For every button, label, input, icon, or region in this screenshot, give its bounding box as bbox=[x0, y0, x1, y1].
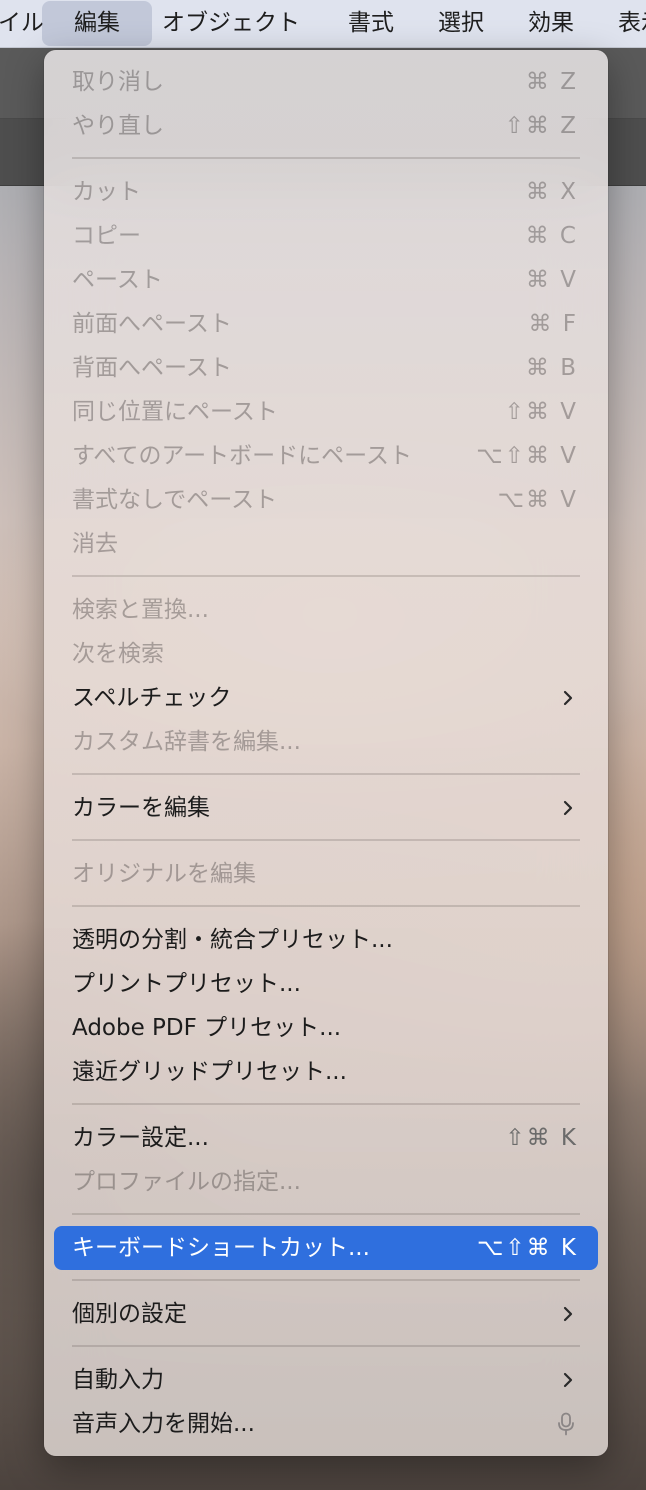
menu-item-label: 同じ位置にペースト bbox=[72, 399, 278, 425]
menu-item-shortcut: ⌘ V bbox=[525, 267, 578, 293]
menu-item-autofill[interactable]: 自動入力 bbox=[54, 1358, 598, 1402]
menubar-type[interactable]: 書式 bbox=[332, 0, 410, 47]
menu-item-edit-original[interactable]: オリジナルを編集 bbox=[54, 852, 598, 896]
menu-item-color-settings[interactable]: カラー設定... ⇧⌘ K bbox=[54, 1116, 598, 1160]
menu-item-paste[interactable]: ペースト ⌘ V bbox=[54, 258, 598, 302]
menu-item-label: Adobe PDF プリセット... bbox=[72, 1015, 342, 1041]
menu-item-label: 消去 bbox=[72, 531, 118, 557]
menu-item-shortcut: ⌥⇧⌘ K bbox=[476, 1235, 578, 1261]
menu-item-label: やり直し bbox=[72, 113, 164, 139]
chevron-right-icon bbox=[563, 1372, 573, 1388]
menu-item-label: プロファイルの指定... bbox=[72, 1169, 301, 1195]
menu-item-label: プリントプリセット... bbox=[72, 971, 301, 997]
menu-item-perspective-grid-presets[interactable]: 遠近グリッドプリセット... bbox=[54, 1050, 598, 1094]
menu-item-label: 自動入力 bbox=[72, 1367, 164, 1393]
menu-item-edit-colors[interactable]: カラーを編集 bbox=[54, 786, 598, 830]
microphone-icon bbox=[558, 1412, 574, 1436]
menu-item-paste-in-front[interactable]: 前面へペースト ⌘ F bbox=[54, 302, 598, 346]
menu-item-paste-in-place[interactable]: 同じ位置にペースト ⇧⌘ V bbox=[54, 390, 598, 434]
menu-item-shortcut: ⇧⌘ Z bbox=[504, 113, 578, 139]
menu-item-paste-on-all-artboards[interactable]: すべてのアートボードにペースト ⌥⇧⌘ V bbox=[54, 434, 598, 478]
edit-menu: 取り消し ⌘ Z やり直し ⇧⌘ Z カット ⌘ X コピー ⌘ C ペースト … bbox=[44, 50, 608, 1456]
menu-item-preferences[interactable]: 個別の設定 bbox=[54, 1292, 598, 1336]
chevron-right-icon bbox=[563, 1306, 573, 1322]
menu-item-shortcut: ⌥⌘ V bbox=[497, 487, 578, 513]
menu-item-shortcut: ⌥⇧⌘ V bbox=[476, 443, 578, 469]
menu-item-label: 個別の設定 bbox=[72, 1301, 187, 1327]
menu-separator bbox=[72, 1345, 580, 1347]
menu-item-find-and-replace[interactable]: 検索と置換... bbox=[54, 588, 598, 632]
menu-item-start-dictation[interactable]: 音声入力を開始... bbox=[54, 1402, 598, 1446]
menu-separator bbox=[72, 157, 580, 159]
menubar-edit[interactable]: 編集 bbox=[42, 1, 152, 46]
menubar-select[interactable]: 選択 bbox=[422, 0, 500, 47]
menu-item-label: カット bbox=[72, 179, 141, 205]
menu-item-redo[interactable]: やり直し ⇧⌘ Z bbox=[54, 104, 598, 148]
menu-item-shortcut: ⌘ Z bbox=[525, 69, 578, 95]
menu-item-clear[interactable]: 消去 bbox=[54, 522, 598, 566]
menu-item-shortcut: ⌘ F bbox=[528, 311, 578, 337]
menu-item-shortcut: ⌘ X bbox=[525, 179, 578, 205]
menu-item-label: 背面へペースト bbox=[72, 355, 232, 381]
menu-item-label: 次を検索 bbox=[72, 641, 164, 667]
menu-item-label: ペースト bbox=[72, 267, 163, 293]
menu-item-spelling[interactable]: スペルチェック bbox=[54, 676, 598, 720]
menu-item-copy[interactable]: コピー ⌘ C bbox=[54, 214, 598, 258]
menu-item-paste-in-back[interactable]: 背面へペースト ⌘ B bbox=[54, 346, 598, 390]
menu-item-transparency-flattener-presets[interactable]: 透明の分割・統合プリセット... bbox=[54, 918, 598, 962]
menu-item-cut[interactable]: カット ⌘ X bbox=[54, 170, 598, 214]
menu-item-label: すべてのアートボードにペースト bbox=[72, 443, 412, 469]
menu-item-find-next[interactable]: 次を検索 bbox=[54, 632, 598, 676]
menu-item-paste-without-formatting[interactable]: 書式なしでペースト ⌥⌘ V bbox=[54, 478, 598, 522]
menu-item-label: 取り消し bbox=[72, 69, 164, 95]
menu-bar: イル 編集 オブジェクト 書式 選択 効果 表示 bbox=[0, 0, 646, 48]
menu-separator bbox=[72, 1103, 580, 1105]
menu-item-edit-custom-dictionary[interactable]: カスタム辞書を編集... bbox=[54, 720, 598, 764]
menu-item-assign-profile[interactable]: プロファイルの指定... bbox=[54, 1160, 598, 1204]
menu-separator bbox=[72, 839, 580, 841]
menu-item-label: 遠近グリッドプリセット... bbox=[72, 1059, 347, 1085]
menubar-object[interactable]: オブジェクト bbox=[146, 0, 316, 47]
menu-item-shortcut: ⇧⌘ V bbox=[504, 399, 578, 425]
chevron-right-icon bbox=[563, 690, 573, 706]
menu-item-label: 検索と置換... bbox=[72, 597, 209, 623]
menu-item-label: スペルチェック bbox=[72, 685, 232, 711]
menu-item-label: カラーを編集 bbox=[72, 795, 210, 821]
menu-item-label: キーボードショートカット... bbox=[72, 1235, 370, 1261]
menu-item-label: 前面へペースト bbox=[72, 311, 232, 337]
chevron-right-icon bbox=[563, 800, 573, 816]
menu-item-adobe-pdf-presets[interactable]: Adobe PDF プリセット... bbox=[54, 1006, 598, 1050]
menu-item-label: カスタム辞書を編集... bbox=[72, 729, 301, 755]
menubar-view[interactable]: 表示 bbox=[602, 0, 646, 47]
menu-item-undo[interactable]: 取り消し ⌘ Z bbox=[54, 60, 598, 104]
menu-separator bbox=[72, 773, 580, 775]
menubar-effect[interactable]: 効果 bbox=[512, 0, 590, 47]
menu-item-label: オリジナルを編集 bbox=[72, 861, 256, 887]
menu-item-shortcut: ⌘ C bbox=[525, 223, 578, 249]
menu-item-keyboard-shortcuts[interactable]: キーボードショートカット... ⌥⇧⌘ K bbox=[54, 1226, 598, 1270]
menu-item-label: カラー設定... bbox=[72, 1125, 209, 1151]
menu-item-label: 音声入力を開始... bbox=[72, 1411, 255, 1437]
menu-item-print-presets[interactable]: プリントプリセット... bbox=[54, 962, 598, 1006]
menu-item-label: 書式なしでペースト bbox=[72, 487, 278, 513]
menu-item-label: 透明の分割・統合プリセット... bbox=[72, 927, 393, 953]
menu-separator bbox=[72, 575, 580, 577]
menu-item-shortcut: ⇧⌘ K bbox=[505, 1125, 578, 1151]
menu-item-label: コピー bbox=[72, 223, 141, 249]
menu-separator bbox=[72, 1279, 580, 1281]
menu-separator bbox=[72, 905, 580, 907]
menu-item-shortcut: ⌘ B bbox=[525, 355, 578, 381]
menu-separator bbox=[72, 1213, 580, 1215]
